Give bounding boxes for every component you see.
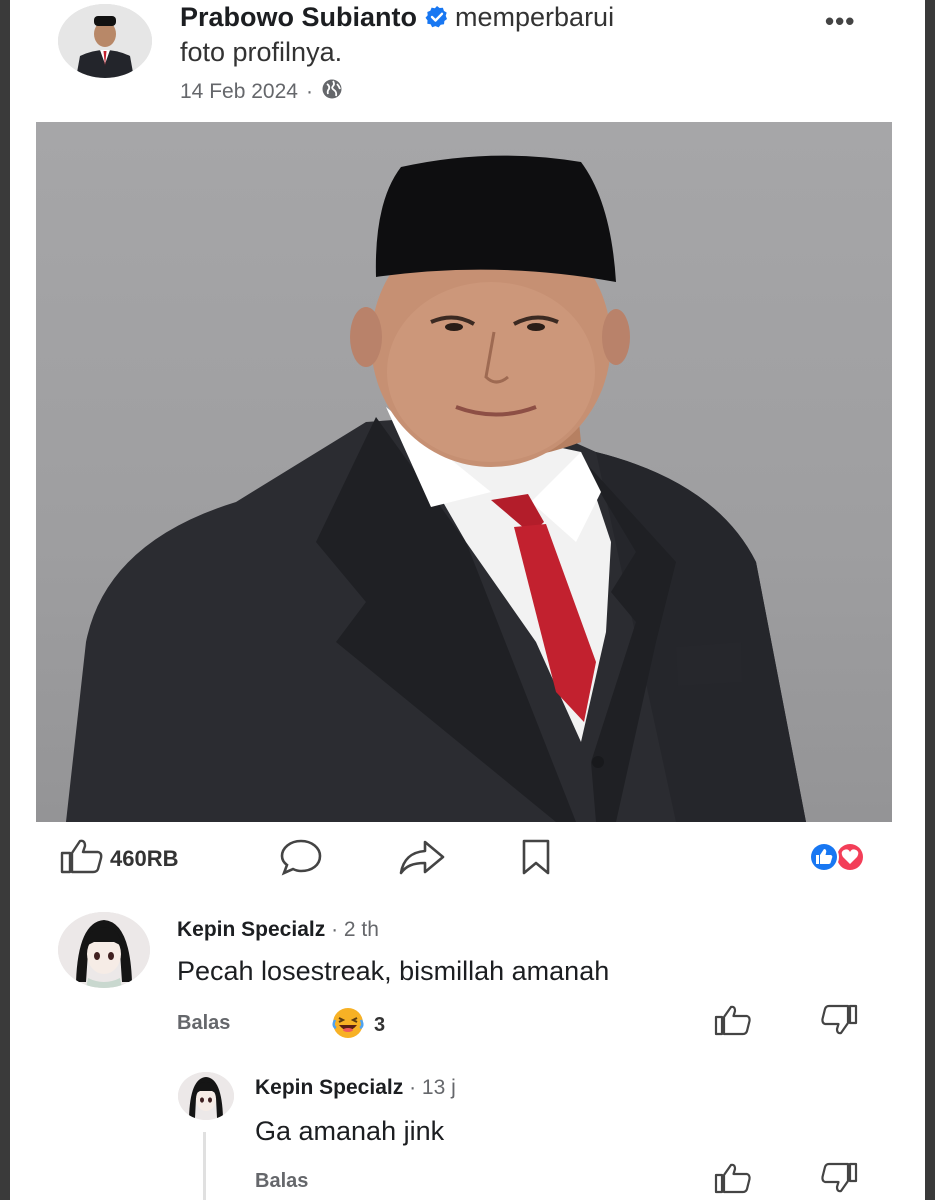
- comment-reaction-count: 3: [374, 1014, 386, 1036]
- like-count: 460RB: [110, 845, 179, 871]
- thumbs-up-icon: [60, 838, 104, 879]
- share-button[interactable]: [398, 838, 446, 881]
- comment-time: · 2 th: [331, 918, 379, 941]
- reply-author-name[interactable]: Kepin Specialz: [255, 1076, 403, 1099]
- reply-author: Kepin Specialz · 13 j: [255, 1076, 456, 1100]
- comment-button[interactable]: [278, 838, 324, 881]
- reply-like-button[interactable]: [714, 1162, 752, 1199]
- comment-bubble-icon: [278, 838, 324, 881]
- post-action-text-2: foto profilnya.: [180, 37, 343, 67]
- comment-author: Kepin Specialz · 2 th: [177, 918, 379, 942]
- laughing-emoji-icon: [330, 1006, 366, 1045]
- save-button[interactable]: [518, 838, 554, 881]
- comment-text: Pecah losestreak, bismillah amanah: [177, 956, 610, 986]
- share-arrow-icon: [398, 838, 446, 881]
- reply-reply-button[interactable]: Balas: [255, 1170, 308, 1193]
- like-button[interactable]: 460RB: [60, 838, 178, 879]
- globe-icon: [321, 78, 343, 106]
- author-name[interactable]: Prabowo Subianto: [180, 2, 417, 32]
- post-date[interactable]: 14 Feb 2024: [180, 80, 298, 104]
- reply-thread-line: [203, 1132, 206, 1200]
- facebook-post-card: Prabowo Subianto memperbarui foto profiln…: [10, 0, 925, 1200]
- meta-separator: ·: [305, 80, 313, 103]
- post-action-text: memperbarui: [455, 2, 615, 32]
- reactions-summary[interactable]: [800, 840, 880, 874]
- thumbs-down-icon: [820, 1162, 858, 1198]
- reply-text: Ga amanah jink: [255, 1116, 445, 1146]
- post-action-bar: 460RB: [60, 838, 880, 878]
- bookmark-icon: [518, 838, 554, 881]
- comment-author-name[interactable]: Kepin Specialz: [177, 918, 325, 941]
- author-avatar[interactable]: [58, 4, 152, 78]
- thumbs-up-icon: [714, 1163, 752, 1198]
- thumbs-up-icon: [714, 1005, 752, 1040]
- comment-dislike-button[interactable]: [820, 1004, 858, 1041]
- post-meta: 14 Feb 2024 ·: [180, 78, 343, 106]
- thumbs-down-icon: [820, 1004, 858, 1040]
- verified-badge-icon: [425, 5, 449, 35]
- commenter-avatar[interactable]: [58, 912, 150, 988]
- reply-time: · 13 j: [409, 1076, 456, 1099]
- reply-button[interactable]: Balas: [177, 1012, 230, 1035]
- reply-author-avatar[interactable]: [178, 1072, 234, 1120]
- comment-reactions[interactable]: 3: [330, 1006, 385, 1045]
- post-header-line: Prabowo Subianto memperbarui: [180, 2, 614, 35]
- comment-like-button[interactable]: [714, 1004, 752, 1041]
- post-photo[interactable]: [36, 122, 892, 822]
- reply-dislike-button[interactable]: [820, 1162, 858, 1199]
- more-options-button[interactable]: •••: [825, 6, 855, 37]
